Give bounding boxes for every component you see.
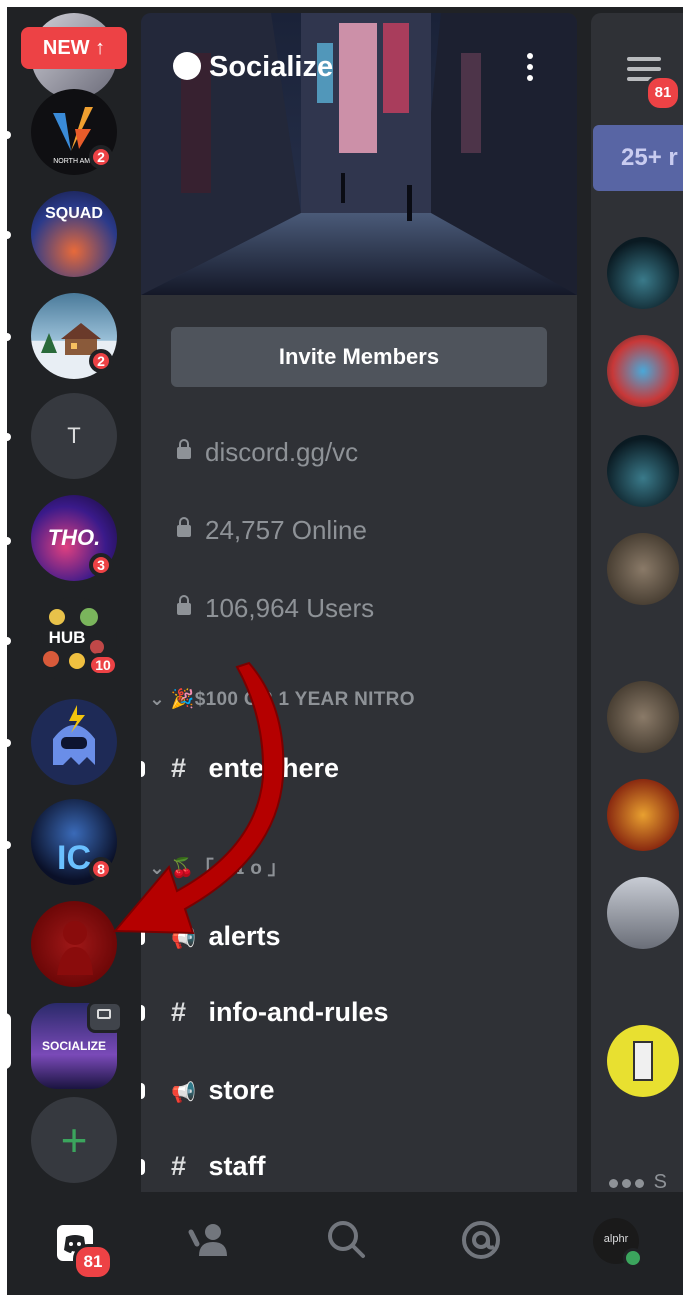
mentions-icon[interactable]	[459, 1218, 509, 1268]
server-options-icon[interactable]	[527, 53, 533, 86]
megaphone-icon: 📢	[171, 1082, 196, 1104]
hash-icon: #	[171, 997, 187, 1027]
server-name-text: Socialize	[209, 51, 334, 83]
unread-pip	[7, 433, 11, 441]
server-lightning-ghost[interactable]	[31, 699, 117, 785]
server-banner: Socialize	[141, 13, 577, 295]
stat-text: 24,757 Online	[205, 515, 367, 545]
unread-pip	[7, 537, 11, 545]
ghost-icon	[53, 705, 95, 765]
friends-icon[interactable]	[187, 1218, 237, 1268]
menu-badge: 81	[645, 75, 681, 111]
svg-text:HUB: HUB	[49, 628, 86, 647]
channel-staff[interactable]: # staff	[171, 1151, 266, 1182]
typing-indicator: S	[609, 1171, 667, 1192]
channel-name: store	[208, 1075, 275, 1105]
user-count-row: 106,964 Users	[177, 593, 374, 624]
channel-info-and-rules[interactable]: # info-and-rules	[171, 997, 389, 1028]
server-badge: 2	[89, 145, 113, 169]
channel-name: info-and-rules	[208, 997, 389, 1027]
member-avatar[interactable]	[607, 1025, 679, 1097]
selected-server-indicator	[7, 1013, 11, 1069]
invite-members-button[interactable]: Invite Members	[171, 327, 547, 387]
member-avatar[interactable]	[607, 435, 679, 507]
member-avatar[interactable]	[607, 681, 679, 753]
stat-text: 106,964 Users	[205, 593, 375, 623]
profile-avatar-text: alphr	[603, 1233, 629, 1245]
channel-store[interactable]: 📢 store	[171, 1075, 275, 1106]
unread-pip	[7, 231, 11, 239]
stat-text: discord.gg/vc	[205, 437, 359, 467]
red-arrow-annotation-icon	[112, 661, 285, 935]
channel-unread-pip	[141, 1083, 145, 1099]
server-rail: NEW ↑ NORTH AME 2 SQUAD 2 T THO. 3 HUB 1…	[7, 7, 141, 1192]
arrow-up-icon: ↑	[95, 37, 106, 59]
channel-unread-pip	[141, 1005, 145, 1021]
online-count-row: 24,757 Online	[177, 515, 367, 546]
server-t-text: T	[67, 423, 81, 448]
unread-pip	[7, 739, 11, 747]
member-avatar[interactable]	[607, 779, 679, 851]
channel-name: staff	[208, 1151, 266, 1181]
search-icon[interactable]	[325, 1218, 375, 1268]
lock-icon	[177, 517, 191, 537]
channel-unread-pip	[141, 1159, 145, 1175]
lock-icon	[177, 595, 191, 615]
home-badge: 81	[73, 1244, 113, 1280]
online-status-icon	[623, 1248, 643, 1268]
member-avatar[interactable]	[607, 335, 679, 407]
bottom-navigation: 81 alphr	[7, 1192, 683, 1295]
member-list-panel: 81 25+ r S	[591, 13, 683, 1192]
boost-gem-icon	[173, 52, 201, 80]
unread-pip	[7, 841, 11, 849]
add-server-button[interactable]: +	[31, 1097, 117, 1183]
server-tho-text: THO.	[47, 525, 101, 550]
member-avatar[interactable]	[607, 237, 679, 309]
age-role-chip[interactable]: 25+ r	[593, 125, 683, 191]
server-squad-text: SQUAD	[45, 205, 103, 222]
server-badge: 3	[89, 553, 113, 577]
unread-pip	[7, 637, 11, 645]
server-badge: 2	[89, 349, 113, 373]
lock-icon	[177, 439, 191, 459]
member-avatar[interactable]	[607, 533, 679, 605]
monitor-icon	[87, 1001, 123, 1033]
new-unread-pill[interactable]: NEW ↑	[21, 27, 127, 69]
red-figure-icon	[57, 921, 93, 975]
member-avatar[interactable]	[607, 877, 679, 949]
milk-carton-icon	[633, 1041, 653, 1081]
unread-pip	[7, 333, 11, 341]
server-red[interactable]	[31, 901, 117, 987]
hash-icon: #	[171, 1151, 187, 1181]
unread-pip	[7, 131, 11, 139]
server-name[interactable]: Socialize	[173, 51, 333, 84]
profile-avatar[interactable]: alphr	[593, 1218, 643, 1268]
vanity-url-row: discord.gg/vc	[177, 437, 358, 468]
typing-text: S	[653, 1171, 667, 1192]
server-t[interactable]: T	[31, 393, 117, 479]
app-frame: NEW ↑ NORTH AME 2 SQUAD 2 T THO. 3 HUB 1…	[7, 7, 683, 1295]
channel-list-panel: Socialize Invite Members discord.gg/vc 2…	[141, 13, 577, 1192]
server-squad[interactable]: SQUAD	[31, 191, 117, 277]
new-label: NEW	[42, 37, 90, 59]
server-socialize-text: SOCIALIZE	[41, 1039, 106, 1053]
